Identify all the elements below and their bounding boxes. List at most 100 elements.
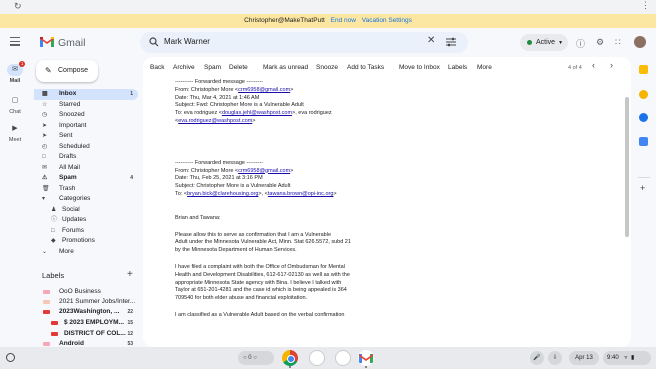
search-options-icon[interactable] xyxy=(446,37,456,47)
label-item[interactable]: 2021 Summer Jobs/Inter... xyxy=(34,297,138,307)
calendar-app-icon[interactable] xyxy=(335,350,351,366)
clear-search-icon[interactable]: ✕ xyxy=(427,35,435,46)
gmail-logo-icon xyxy=(40,37,54,47)
search-bar[interactable]: Mark Warner ✕ xyxy=(140,32,468,53)
running-indicator xyxy=(365,366,367,368)
status-dropdown[interactable]: Active ▼ xyxy=(520,34,568,51)
back-button[interactable]: Back xyxy=(150,64,164,71)
add-addon-icon[interactable]: + xyxy=(640,183,645,193)
add-to-tasks-button[interactable]: Add to Tasks xyxy=(347,64,384,71)
compose-button[interactable]: ✎ Compose xyxy=(36,60,98,82)
fwd-date: Date: Thu, Feb 25, 2021 at 3:16 PM xyxy=(175,175,263,182)
holding-space[interactable]: ○ 0 ○ xyxy=(238,351,274,365)
email-link[interactable]: eva.rodriguez@washpost.com xyxy=(178,118,252,124)
fwd-from: From: Christopher More <crm6958@gmail.co… xyxy=(175,168,375,176)
draft-icon: □ xyxy=(42,154,46,160)
status-dot xyxy=(527,40,532,45)
rail-meet[interactable]: ▶ Meet xyxy=(2,123,28,143)
more-button[interactable]: More xyxy=(477,64,492,71)
download-icon[interactable]: ⇩ xyxy=(548,351,562,365)
avatar[interactable] xyxy=(634,36,646,48)
nav-item-starred[interactable]: ☆ Starred xyxy=(34,100,138,111)
nav-item-scheduled[interactable]: ◴ Scheduled xyxy=(34,142,138,153)
vacation-settings-link[interactable]: Vacation Settings xyxy=(362,17,412,24)
labels-button[interactable]: Labels xyxy=(448,64,467,71)
paragraph-line: by the Minnesota Department of Human Ser… xyxy=(175,247,297,254)
label-name: DISTRICT OF COL... xyxy=(64,330,126,337)
files-icon[interactable] xyxy=(309,350,325,366)
microphone-icon[interactable]: 🎤 xyxy=(530,351,544,365)
social-icon: ♟ xyxy=(51,206,57,213)
apps-grid-icon[interactable]: ∷ xyxy=(615,37,621,48)
updates-icon: ⓘ xyxy=(51,217,58,223)
nav-item-updates[interactable]: ⓘ Updates xyxy=(34,215,138,226)
help-icon[interactable]: ⓘ xyxy=(576,37,585,50)
chevron-right-icon[interactable]: › xyxy=(610,60,613,70)
nav-item-drafts[interactable]: □ Drafts xyxy=(34,152,138,163)
nav-label: Drafts xyxy=(59,153,77,160)
fwd-header: ---------- Forwarded message --------- xyxy=(175,79,263,85)
vacation-banner-text: Christopher@MakeThatPutt xyxy=(244,17,325,24)
end-now-link[interactable]: End now xyxy=(331,17,356,24)
search-input[interactable]: Mark Warner xyxy=(164,37,210,46)
nav-item-important[interactable]: ➤ Important xyxy=(34,121,138,132)
nav-item-trash[interactable]: 🗑 Trash xyxy=(34,184,138,195)
rail-mail[interactable]: ✉ 1 Mail xyxy=(2,61,28,84)
email-link[interactable]: douglas.jehl@washpost.com xyxy=(222,110,292,116)
nav-item-social[interactable]: ♟ Social xyxy=(34,205,138,216)
label-count: 22 xyxy=(127,309,133,315)
nav-label: Spam xyxy=(59,174,77,181)
main-menu-icon[interactable] xyxy=(10,37,20,48)
contacts-icon[interactable] xyxy=(639,137,648,146)
fwd-to-text: To: < xyxy=(175,190,188,197)
date-display[interactable]: Apr 13 xyxy=(569,351,599,365)
spam-button[interactable]: Spam xyxy=(204,64,221,71)
chevron-left-icon[interactable]: ‹ xyxy=(592,60,595,70)
label-item[interactable]: $ 2023 EMPLOYM... 15 xyxy=(34,318,138,328)
tasks-icon[interactable] xyxy=(639,113,648,122)
status-label: Active xyxy=(536,39,556,46)
email-link[interactable]: crm6958@gmail.com xyxy=(238,87,290,93)
delete-button[interactable]: Delete xyxy=(229,64,248,71)
rail-chat[interactable]: ▢ Chat xyxy=(2,95,28,115)
email-link[interactable]: tawana.brown@opi-inc.org xyxy=(268,191,334,197)
more-vert-icon[interactable]: ⋮ xyxy=(641,0,650,11)
nav-item-all-mail[interactable]: ✉ All Mail xyxy=(34,163,138,174)
nav-count: 4 xyxy=(130,175,133,181)
reload-icon[interactable]: ↻ xyxy=(14,1,22,12)
email-link[interactable]: crm6958@gmail.com xyxy=(238,168,290,174)
move-to-inbox-button[interactable]: Move to Inbox xyxy=(399,64,440,71)
label-item[interactable]: 2023Washington, ... 22 xyxy=(34,307,138,317)
nav-item-promotions[interactable]: ◆ Promotions xyxy=(34,236,138,247)
keep-icon[interactable] xyxy=(639,90,648,99)
archive-button[interactable]: Archive xyxy=(173,64,195,71)
nav-item-more[interactable]: ⌄ More xyxy=(34,247,138,258)
nav-item-sent[interactable]: ➤ Sent xyxy=(34,131,138,142)
email-link[interactable]: bryan.bick@clarehousing.org xyxy=(187,191,258,197)
rail-chat-label: Chat xyxy=(9,109,21,115)
nav-item-spam[interactable]: ⚠ Spam 4 xyxy=(34,173,138,184)
search-icon[interactable] xyxy=(149,37,159,47)
settings-gear-icon[interactable]: ⚙ xyxy=(596,37,604,48)
add-label-icon[interactable]: + xyxy=(127,269,133,280)
battery-icon: ▮ xyxy=(631,355,635,361)
rail-mail-label: Mail xyxy=(9,78,21,84)
nav-item-forums[interactable]: □ Forums xyxy=(34,226,138,237)
fwd-to-mid: >, < xyxy=(258,190,268,197)
calendar-icon[interactable] xyxy=(639,65,648,74)
launcher-icon[interactable] xyxy=(6,353,15,362)
snooze-button[interactable]: Snooze xyxy=(316,64,338,71)
label-name: $ 2023 EMPLOYM... xyxy=(64,319,124,326)
mark-unread-button[interactable]: Mark as unread xyxy=(263,64,308,71)
label-item[interactable]: OoO Business xyxy=(34,287,138,297)
nav-item-inbox[interactable]: ▩ Inbox 1 xyxy=(34,89,138,100)
status-tray[interactable]: 9:40 ▿ ▮ xyxy=(603,351,651,365)
inbox-icon: ▩ xyxy=(42,91,48,97)
scrollbar[interactable] xyxy=(625,97,629,237)
label-item[interactable]: DISTRICT OF COL... 12 xyxy=(34,329,138,339)
nav-item-snoozed[interactable]: ◷ Snoozed xyxy=(34,110,138,121)
chrome-icon[interactable] xyxy=(282,350,298,366)
nav-item-categories[interactable]: ▾ Categories xyxy=(34,194,138,205)
label-tag-icon xyxy=(51,332,58,336)
gmail-app-icon[interactable] xyxy=(358,350,374,366)
